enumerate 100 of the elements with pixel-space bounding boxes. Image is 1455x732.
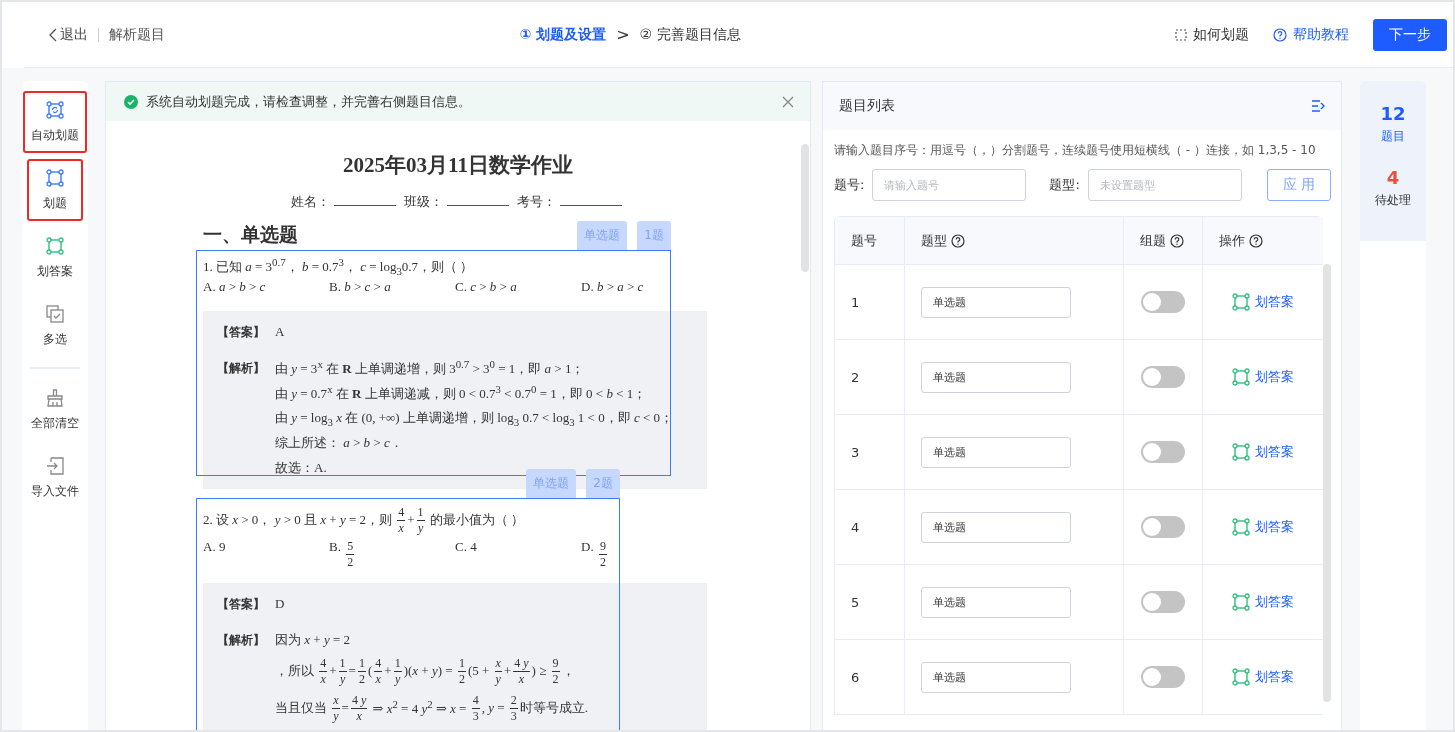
mark-answer-link[interactable]: 划答案 [1232,368,1294,386]
select-frame-icon [46,236,64,255]
how-to-link[interactable]: 如何划题 [1175,25,1249,44]
table-cell: 2 [851,369,860,385]
type-field[interactable]: 单选题 [921,511,1071,543]
analysis-line: 由 y = 0.7$^{x}$ 在 R 上单调递减，则 0 < 0.7$^{3}$ < 0.7$^{0}$ = 1，即 0 < b < 1； [275,382,648,404]
analysis-line: 故选：A. [275,459,328,477]
collapse-icon[interactable] [1311,100,1325,112]
chevron-left-icon [48,27,58,42]
analysis-line: 综上所述： a > b > c． [275,434,404,452]
step-tab[interactable]: ① 划题及设置 [519,25,607,44]
answer-value: D [275,595,286,613]
select-frame-icon [1232,293,1250,311]
select-frame-icon [46,168,64,187]
next-button[interactable]: 下一步 [1373,18,1447,51]
table-cell: 6 [851,669,860,685]
answer-option: B. b > c > a [329,279,455,301]
analysis-line: 由 y = log$_{3}$ x 在 (0, +∞) 上单调递增，则 log$_{3}$ 0.7 < log$_{3}$ 1 < 0，即 c < 0； [275,408,675,429]
info-label: 班级： [403,193,443,211]
broom-icon [46,388,64,407]
field-label: 题型: [1049,176,1080,194]
table-cell: 4 [851,519,860,535]
info-label: 考号： [516,193,556,211]
mark-answer-link[interactable]: 划答案 [1232,668,1294,686]
answer-option: A. 9 [203,539,329,573]
hint-text: 请输入题目序号：用逗号（，）分割题号，连续题号使用短横线（ - ）连接，如 1,3,5 - 10 [833,142,1317,159]
answer-label: 【答案】 [217,596,266,613]
scrollbar[interactable] [1323,264,1331,702]
toggle-switch[interactable] [1141,591,1185,613]
column-header: 组题 [1140,231,1166,250]
stat-value: 12 [1380,103,1406,124]
number-input[interactable]: 请输入题号 [872,169,1027,201]
panel-title: 题目列表 [839,97,895,115]
select-frame-icon [1232,668,1250,686]
auto-select-icon [46,100,64,119]
column-header: 题型 [921,231,947,250]
answer-option: B. 5 2 [329,539,455,573]
table-cell: 3 [851,444,860,460]
type-input[interactable]: 未设置题型 [1087,169,1242,201]
success-icon [124,94,138,109]
toggle-switch[interactable] [1141,366,1185,388]
type-field[interactable]: 单选题 [921,586,1071,618]
answer-option: C. c > b > a [455,279,581,301]
answer-option: C. 4 [455,539,581,573]
table-cell: 1 [851,294,860,310]
tool-button[interactable]: 全部清空 [23,379,87,441]
analysis-line: 由 y = 3$^{x}$ 在 R 上单调递增，则 3$^{0.7}$ > 3$^{0}$ = 1，即 a > 1； [275,357,586,379]
info-label: 姓名： [290,193,330,211]
dashed-frame-icon [1175,28,1187,41]
select-frame-icon [1232,593,1250,611]
analysis-label: 【解析】 [217,360,266,377]
analysis-line: 因为 x + y = 2 [275,631,351,649]
section-heading: 一、单选题 [203,223,298,245]
toggle-switch[interactable] [1141,516,1185,538]
answer-option: A. a > b > c [203,279,329,301]
tool-button[interactable]: 划题 [27,159,83,221]
type-field[interactable]: 单选题 [921,661,1071,693]
page-title: 解析题目 [109,25,165,44]
question-region[interactable] [196,498,620,730]
mark-answer-link[interactable]: 划答案 [1232,518,1294,536]
notice-text: 系统自动划题完成，请检查调整，并完善右侧题目信息。 [146,92,472,111]
toggle-switch[interactable] [1141,291,1185,313]
help-link[interactable]: 帮助教程 [1273,25,1349,44]
field-label: 题号: [834,176,865,194]
toggle-switch[interactable] [1141,666,1185,688]
mark-answer-link[interactable]: 划答案 [1232,443,1294,461]
select-frame-icon [1232,443,1250,461]
column-header: 操作 [1219,231,1245,250]
tool-button[interactable]: 导入文件 [23,447,87,509]
step-tab[interactable]: ② 完善题目信息 [639,25,741,44]
import-icon [46,456,64,475]
document-title: 2025年03月11日数学作业 [342,152,574,179]
analysis-label: 【解析】 [217,632,266,649]
mark-answer-link[interactable]: 划答案 [1232,593,1294,611]
select-frame-icon [1232,368,1250,386]
type-field[interactable]: 单选题 [921,361,1071,393]
answer-option: D. b > a > c [581,279,707,301]
tool-button[interactable]: 自动划题 [23,91,87,153]
stat-value: 4 [1386,167,1400,188]
close-icon[interactable] [782,95,794,108]
stat-label: 待处理 [1375,192,1411,209]
question-region[interactable] [196,250,671,476]
stat-label: 题目 [1381,128,1405,145]
column-header: 题号 [851,231,877,250]
answer-label: 【答案】 [217,324,266,341]
answer-value: A [275,323,286,341]
table-cell: 5 [851,594,860,610]
answer-option: D. 9 2 [581,539,707,573]
back-link[interactable]: 退出 [48,25,88,44]
select-frame-icon [1232,518,1250,536]
mark-answer-link[interactable]: 划答案 [1232,293,1294,311]
toggle-switch[interactable] [1141,441,1185,463]
tool-button[interactable]: 多选 [23,295,87,357]
type-field[interactable]: 单选题 [921,436,1071,468]
tool-button[interactable]: 划答案 [23,227,87,289]
step-separator: > [616,25,630,44]
type-field[interactable]: 单选题 [921,286,1071,318]
help-icon [1273,27,1287,42]
scrollbar[interactable] [801,144,809,272]
question-stem: 1. 已知 a = 3$^{0.7}$， b = 0.7$^{3}$， c = log$_{3}$0.7，则（ ） [203,255,475,277]
